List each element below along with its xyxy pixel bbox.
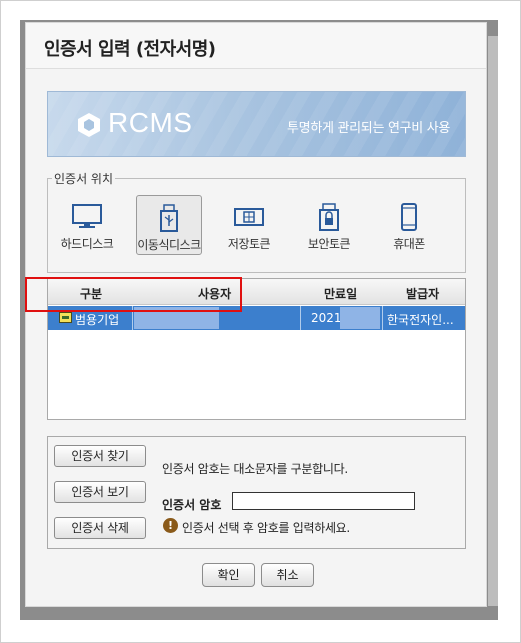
location-storage-token-button[interactable]: 저장토큰 [216, 195, 282, 255]
certificate-actions-panel: 인증서 찾기 인증서 보기 인증서 삭제 인증서 암호는 대소문자를 구분합니다… [47, 436, 466, 549]
location-label: 하드디스크 [60, 237, 114, 251]
ok-button[interactable]: 확인 [202, 563, 255, 587]
certificate-icon [59, 312, 72, 323]
find-certificate-button[interactable]: 인증서 찾기 [54, 445, 146, 467]
certificate-location-group: 인증서 위치 하드디스크 이동식디스크 저장토큰 보안토큰 휴대폰 [47, 170, 466, 273]
banner-slogan: 투명하게 관리되는 연구비 사용 [287, 121, 451, 136]
password-label: 인증서 암호 [162, 498, 222, 512]
location-label: 이동식디스크 [137, 238, 201, 252]
usb-icon [160, 204, 178, 232]
location-security-token-button[interactable]: 보안토큰 [296, 195, 362, 255]
certificate-dialog: 인증서 입력 (전자서명) RCMS 투명하게 관리되는 연구비 사용 인증서 … [25, 22, 487, 607]
location-legend: 인증서 위치 [52, 170, 116, 187]
view-certificate-button[interactable]: 인증서 보기 [54, 481, 146, 503]
rcms-banner: RCMS 투명하게 관리되는 연구비 사용 [47, 91, 466, 157]
cell-type: 범용기업 [75, 313, 120, 327]
rcms-logo-text: RCMS [108, 107, 193, 138]
password-case-info: 인증서 암호는 대소문자를 구분합니다. [162, 462, 348, 476]
token-card-icon [234, 208, 264, 226]
dialog-titlebar: 인증서 입력 (전자서명) [26, 23, 486, 69]
password-input[interactable] [232, 492, 415, 510]
column-separator [300, 306, 301, 330]
column-separator [382, 306, 383, 330]
phone-icon [401, 203, 417, 231]
monitor-icon [72, 204, 102, 228]
location-label: 보안토큰 [307, 237, 351, 251]
column-header-expiry: 만료일 [324, 287, 358, 301]
dialog-title: 인증서 입력 (전자서명) [44, 39, 216, 60]
location-phone-button[interactable]: 휴대폰 [376, 195, 442, 255]
location-label: 저장토큰 [227, 237, 271, 251]
backdrop-strip [488, 36, 498, 606]
cell-issuer: 한국전자인... [387, 313, 454, 327]
rcms-logo-icon [78, 113, 100, 137]
location-removable-disk-button[interactable]: 이동식디스크 [136, 195, 202, 255]
location-label: 휴대폰 [393, 237, 425, 251]
secure-token-icon [319, 203, 339, 231]
delete-certificate-button[interactable]: 인증서 삭제 [54, 517, 146, 539]
selection-highlight-box [25, 277, 242, 312]
column-header-issuer: 발급자 [406, 287, 440, 301]
warning-icon: ! [163, 518, 178, 533]
cancel-button[interactable]: 취소 [261, 563, 314, 587]
password-hint: 인증서 선택 후 암호를 입력하세요. [182, 521, 350, 535]
redacted-expiry [340, 307, 380, 329]
location-hard-disk-button[interactable]: 하드디스크 [54, 195, 120, 255]
